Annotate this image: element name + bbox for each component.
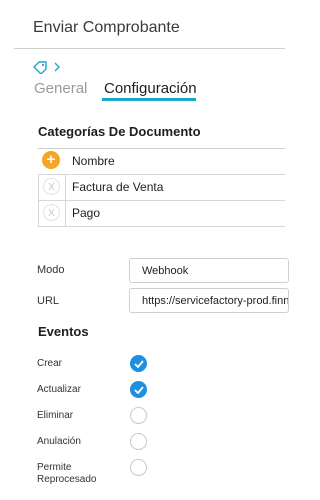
category-name: Factura de Venta	[72, 180, 164, 194]
event-label-actualizar: Actualizar	[37, 384, 81, 395]
url-label: URL	[37, 295, 60, 307]
page-title: Enviar Comprobante	[33, 19, 180, 36]
table-header-row: + Nombre	[38, 149, 285, 175]
tab-configuracion[interactable]: Configuración	[104, 80, 197, 97]
check-icon	[134, 386, 144, 394]
cell-separator	[65, 175, 66, 200]
category-name: Pago	[72, 206, 101, 220]
column-header-nombre: Nombre	[72, 154, 115, 168]
mode-label: Modo	[37, 264, 65, 276]
event-label-anulacion: Anulación	[37, 436, 81, 447]
event-label-eliminar: Eliminar	[37, 410, 74, 421]
tab-general[interactable]: General	[34, 80, 87, 97]
table-row: X Pago	[38, 201, 285, 227]
event-toggle-crear[interactable]	[130, 355, 147, 372]
event-toggle-permite-reprocesado[interactable]	[130, 459, 147, 476]
cell-separator	[65, 201, 66, 226]
categories-heading: Categorías De Documento	[38, 124, 201, 139]
url-input[interactable]: https://servicefactory-prod.finn	[129, 288, 289, 313]
mode-select[interactable]: Webhook	[129, 258, 289, 283]
active-tab-indicator	[102, 98, 196, 101]
event-toggle-actualizar[interactable]	[130, 381, 147, 398]
categories-table: + Nombre X Factura de Venta X Pago	[38, 148, 285, 227]
plus-icon[interactable]: +	[42, 151, 60, 169]
chevron-right-icon[interactable]	[53, 60, 61, 74]
event-label-crear: Crear	[37, 358, 63, 369]
close-icon[interactable]: X	[43, 204, 60, 221]
table-row: X Factura de Venta	[38, 175, 285, 201]
events-heading: Eventos	[38, 324, 89, 339]
tag-icon[interactable]	[32, 60, 48, 74]
close-icon[interactable]: X	[43, 178, 60, 195]
event-toggle-anulacion[interactable]	[130, 433, 147, 450]
event-toggle-eliminar[interactable]	[130, 407, 147, 424]
title-divider	[14, 48, 285, 49]
event-label-permite-reprocesado: Permite Reprocesado	[37, 462, 97, 485]
check-icon	[134, 360, 144, 368]
